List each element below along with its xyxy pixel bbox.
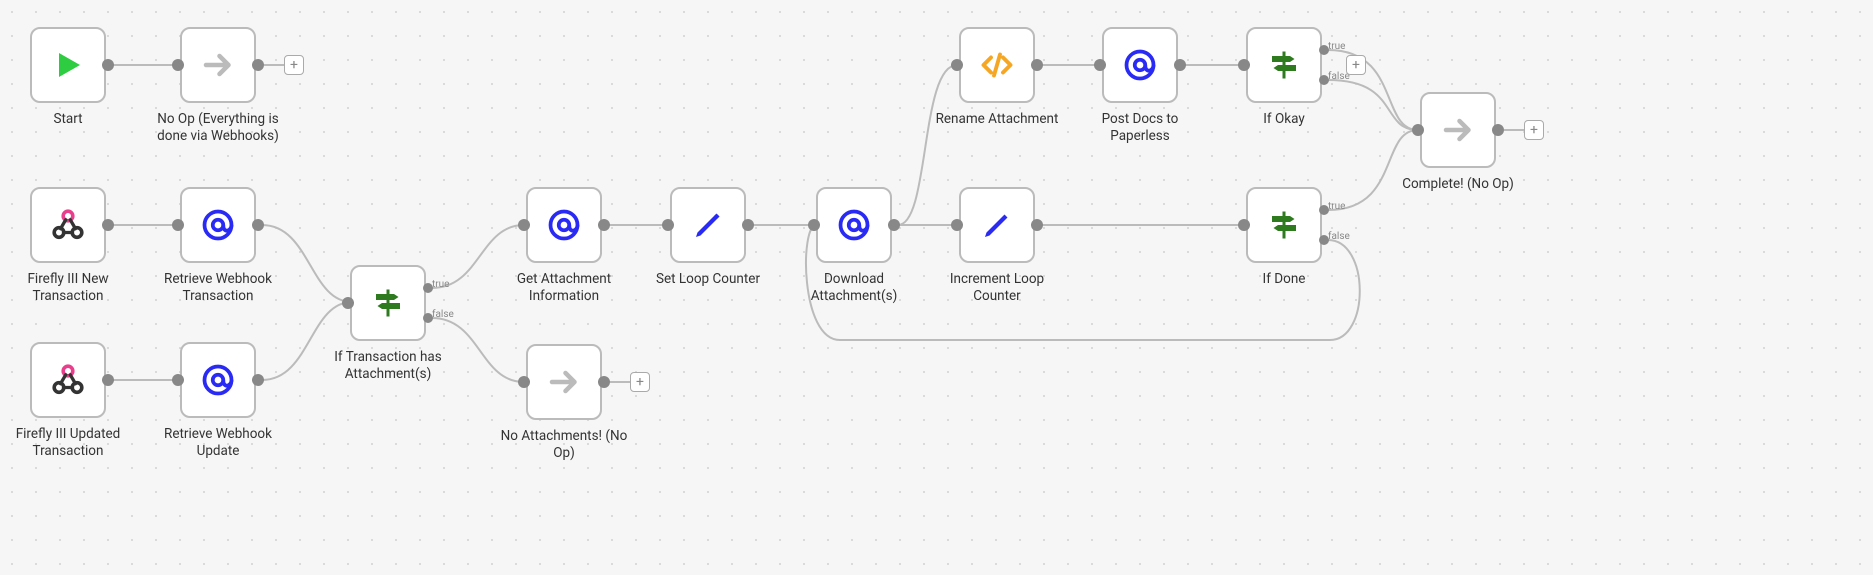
node-retrieve-webhook-update[interactable]: Retrieve Webhook Update [180, 342, 256, 460]
node-noop-webhooks[interactable]: + No Op (Everything is done via Webhooks… [180, 27, 256, 145]
node-label: Rename Attachment [932, 111, 1062, 128]
add-node-button[interactable]: + [1346, 55, 1366, 75]
arrow-right-icon [1440, 112, 1476, 148]
node-start[interactable]: Start [30, 27, 106, 128]
node-label: Start [3, 111, 133, 128]
node-rename-attachment[interactable]: Rename Attachment [959, 27, 1035, 128]
node-set-loop-counter[interactable]: Set Loop Counter [670, 187, 746, 288]
node-retrieve-webhook-transaction[interactable]: Retrieve Webhook Transaction [180, 187, 256, 305]
node-if-okay[interactable]: true false + If Okay [1246, 27, 1322, 128]
node-complete-noop[interactable]: + Complete! (No Op) [1420, 92, 1496, 193]
node-label: Complete! (No Op) [1393, 176, 1523, 193]
node-label: Retrieve Webhook Update [153, 426, 283, 460]
at-sign-icon [200, 362, 236, 398]
signpost-icon [1266, 47, 1302, 83]
add-node-button[interactable]: + [1524, 120, 1544, 140]
node-increment-loop-counter[interactable]: Increment Loop Counter [959, 187, 1035, 305]
pencil-icon [979, 207, 1015, 243]
arrow-right-icon [200, 47, 236, 83]
add-node-button[interactable]: + [284, 55, 304, 75]
node-label: Download Attachment(s) [789, 271, 919, 305]
node-firefly-updated-transaction[interactable]: Firefly III Updated Transaction [30, 342, 106, 460]
at-sign-icon [546, 207, 582, 243]
node-label: If Transaction has Attachment(s) [323, 349, 453, 383]
node-post-docs-to-paperless[interactable]: Post Docs to Paperless [1102, 27, 1178, 145]
node-label: No Op (Everything is done via Webhooks) [153, 111, 283, 145]
code-icon [979, 47, 1015, 83]
node-get-attachment-information[interactable]: Get Attachment Information [526, 187, 602, 305]
signpost-icon [370, 285, 406, 321]
webhook-icon [50, 362, 86, 398]
node-label: If Okay [1219, 111, 1349, 128]
node-label: Increment Loop Counter [932, 271, 1062, 305]
at-sign-icon [200, 207, 236, 243]
node-label: Firefly III Updated Transaction [3, 426, 133, 460]
node-firefly-new-transaction[interactable]: Firefly III New Transaction [30, 187, 106, 305]
at-sign-icon [1122, 47, 1158, 83]
node-label: No Attachments! (No Op) [499, 428, 629, 462]
pencil-icon [690, 207, 726, 243]
node-no-attachments-noop[interactable]: + No Attachments! (No Op) [526, 344, 602, 462]
arrow-right-icon [546, 364, 582, 400]
node-label: Set Loop Counter [643, 271, 773, 288]
node-download-attachments[interactable]: Download Attachment(s) [816, 187, 892, 305]
node-label: Post Docs to Paperless [1075, 111, 1205, 145]
node-label: Firefly III New Transaction [3, 271, 133, 305]
node-label: If Done [1219, 271, 1349, 288]
node-label: Retrieve Webhook Transaction [153, 271, 283, 305]
at-sign-icon [836, 207, 872, 243]
add-node-button[interactable]: + [630, 372, 650, 392]
node-label: Get Attachment Information [499, 271, 629, 305]
webhook-icon [50, 207, 86, 243]
node-if-transaction-has-attachments[interactable]: true false If Transaction has Attachment… [350, 265, 426, 383]
signpost-icon [1266, 207, 1302, 243]
node-if-done[interactable]: true false If Done [1246, 187, 1322, 288]
play-icon [50, 47, 86, 83]
